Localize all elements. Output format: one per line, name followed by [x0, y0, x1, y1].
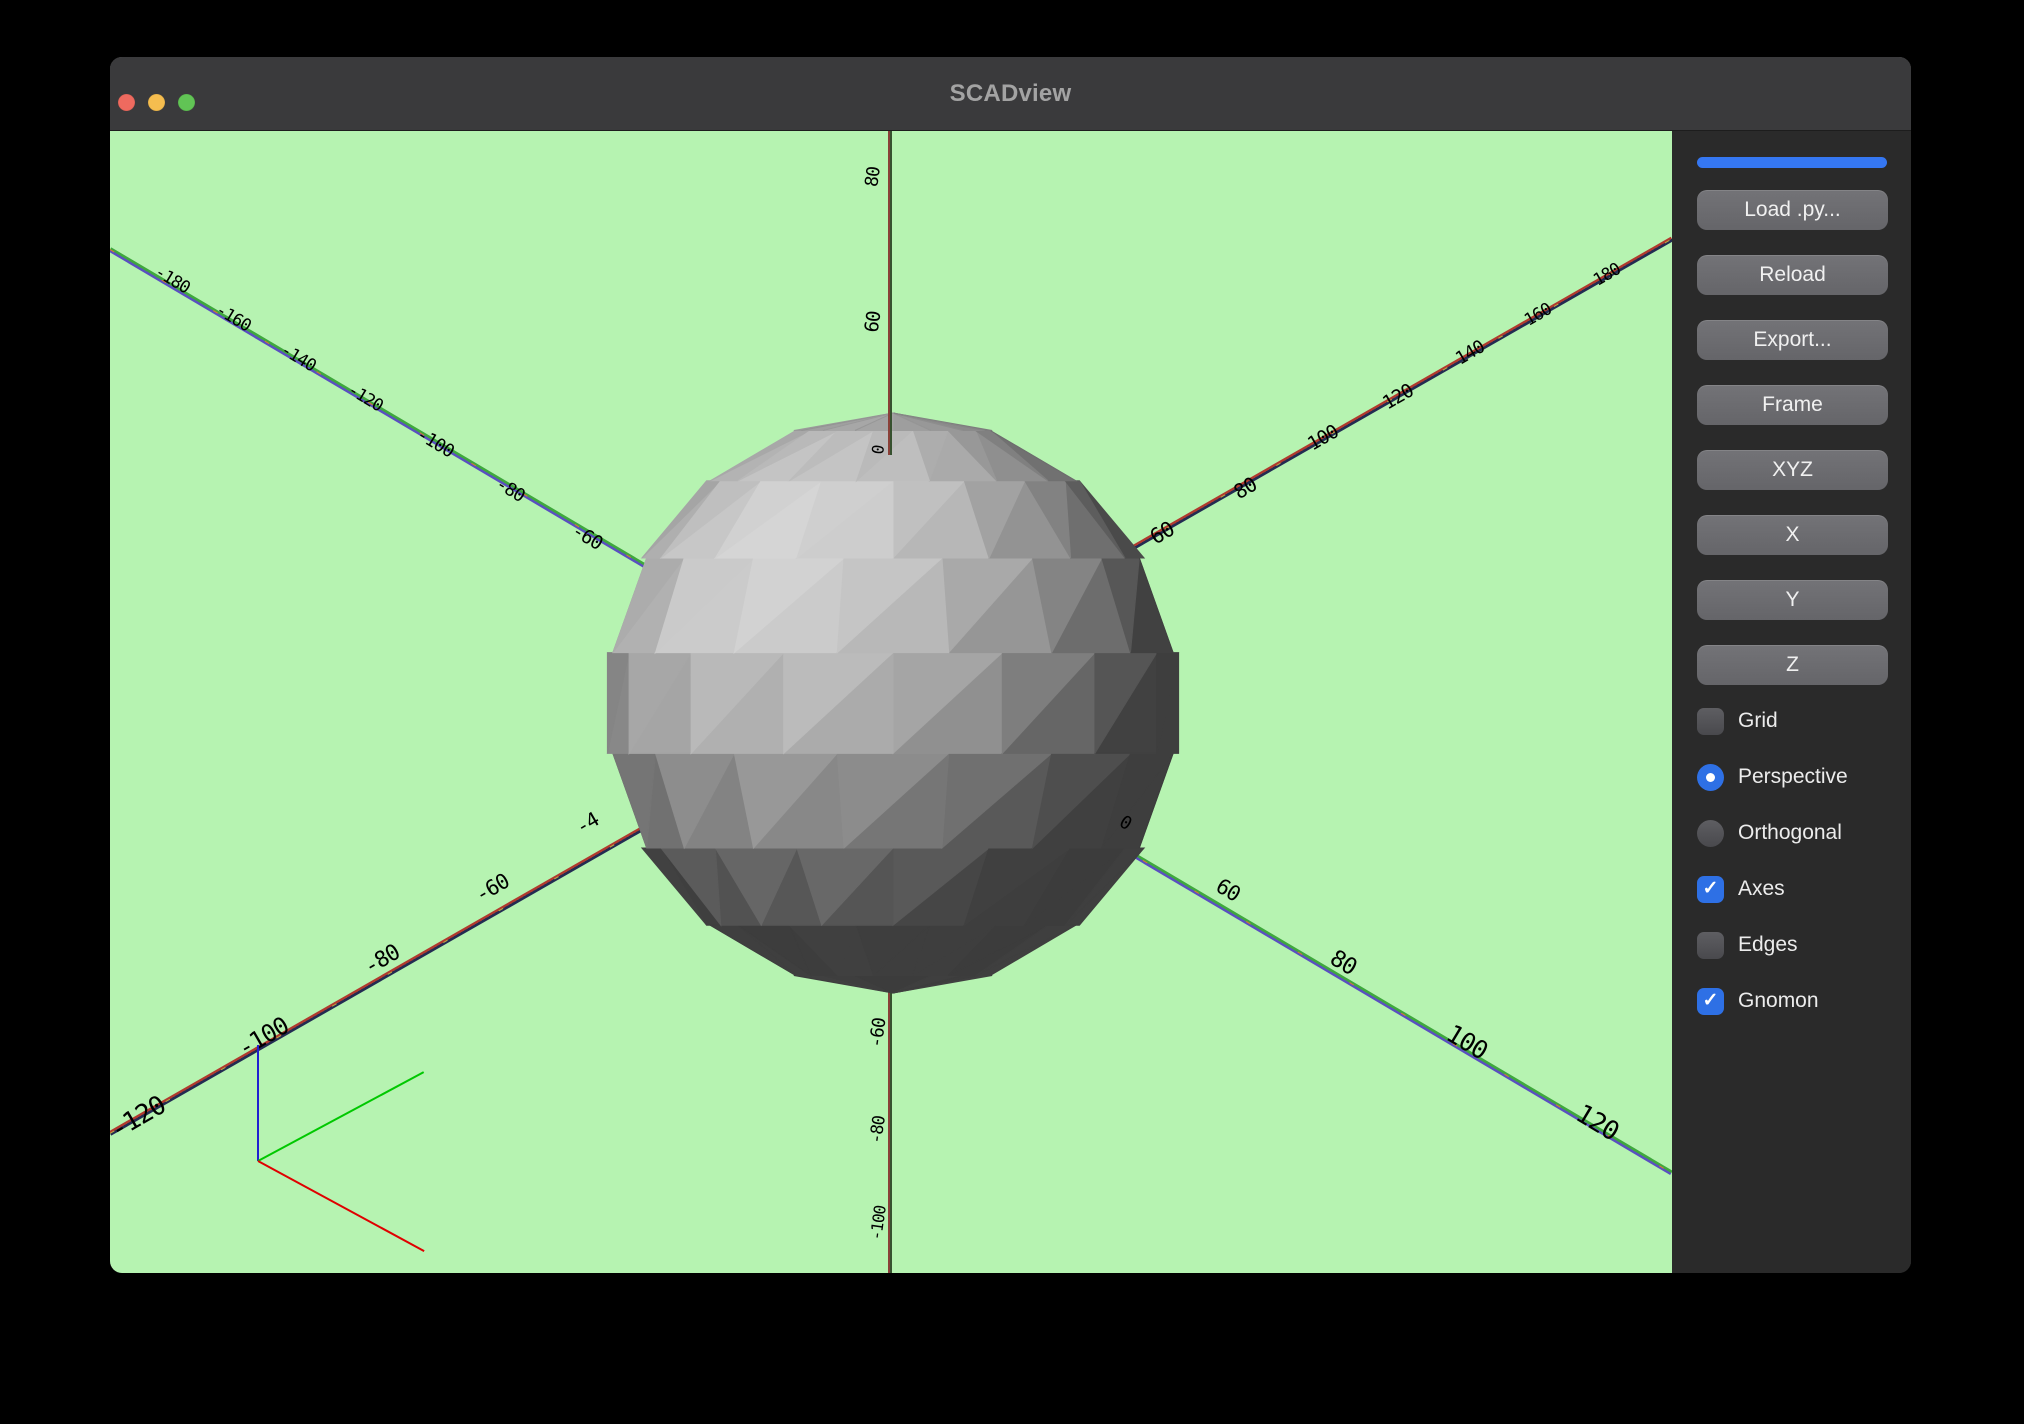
- gnomon-toggle-row: Gnomon: [1697, 987, 1819, 1015]
- window-title: SCADview: [949, 79, 1072, 107]
- sidebar: Load .py... Reload Export... Frame XYZ X…: [1672, 131, 1911, 1273]
- grid-label: Grid: [1738, 709, 1778, 732]
- x-button[interactable]: X: [1697, 515, 1888, 555]
- export-button[interactable]: Export...: [1697, 320, 1888, 360]
- edges-toggle-row: Edges: [1697, 931, 1798, 959]
- progress-bar: [1697, 157, 1887, 168]
- load-py-button[interactable]: Load .py...: [1697, 190, 1888, 230]
- y-button[interactable]: Y: [1697, 580, 1888, 620]
- axis-tick-label: 0: [867, 444, 889, 456]
- viewport-3d[interactable]: -180 -160 -140 -120 -100 -80 -60 60 80 100 120 -120…: [110, 131, 1672, 1273]
- title-bar[interactable]: SCADview: [110, 57, 1911, 131]
- gnomon-label: Gnomon: [1738, 989, 1819, 1012]
- frame-button[interactable]: Frame: [1697, 385, 1888, 425]
- reload-button[interactable]: Reload: [1697, 255, 1888, 295]
- orthogonal-toggle-row: Orthogonal: [1697, 819, 1842, 847]
- axes-checkbox[interactable]: [1697, 875, 1724, 903]
- perspective-toggle-row: Perspective: [1697, 763, 1848, 791]
- axes-label: Axes: [1738, 877, 1785, 900]
- app-window: SCADview -180 -160 -140 -120 -100 -80 -60 60 80 1…: [110, 57, 1911, 1273]
- orthogonal-radio[interactable]: [1697, 819, 1724, 847]
- grid-checkbox[interactable]: [1697, 707, 1724, 735]
- axis-tick-label: 0: [1115, 811, 1135, 835]
- perspective-radio[interactable]: [1697, 763, 1724, 791]
- xyz-button[interactable]: XYZ: [1697, 450, 1888, 490]
- grid-toggle-row: Grid: [1697, 707, 1778, 735]
- edges-checkbox[interactable]: [1697, 931, 1724, 959]
- perspective-label: Perspective: [1738, 765, 1848, 788]
- edges-label: Edges: [1738, 933, 1798, 956]
- orthogonal-label: Orthogonal: [1738, 821, 1842, 844]
- axes-toggle-row: Axes: [1697, 875, 1785, 903]
- gnomon-checkbox[interactable]: [1697, 987, 1724, 1015]
- z-button[interactable]: Z: [1697, 645, 1888, 685]
- axis-labels-front: 00: [110, 131, 1672, 1273]
